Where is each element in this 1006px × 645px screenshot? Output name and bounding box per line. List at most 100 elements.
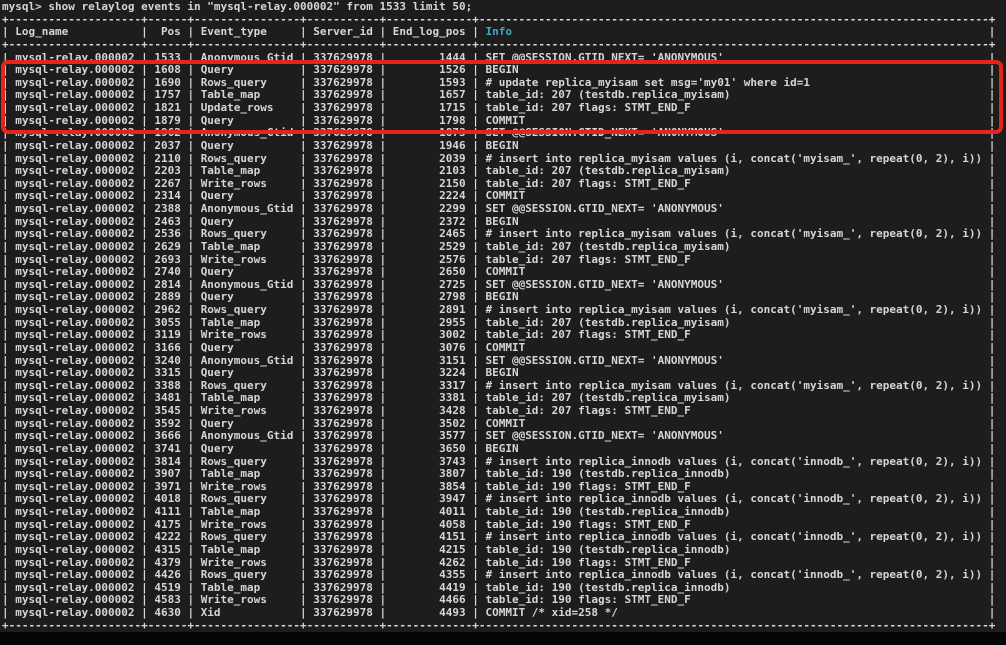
cell-end-log-pos: 3224 xyxy=(393,367,466,380)
cell-end-log-pos: 2650 xyxy=(393,266,466,279)
cell-pos: 1608 xyxy=(154,64,180,77)
table-row: | mysql-relay.000002 | 2388 | Anonymous_… xyxy=(2,203,1006,216)
table-row: | mysql-relay.000002 | 3119 | Write_rows… xyxy=(2,329,1006,342)
cell-server-id: 337629978 xyxy=(313,127,373,140)
table-row: | mysql-relay.000002 | 2037 | Query | 33… xyxy=(2,140,1006,153)
cell-event-type: Query xyxy=(201,342,294,355)
cell-pos: 4315 xyxy=(154,544,180,557)
table-row: | mysql-relay.000002 | 3545 | Write_rows… xyxy=(2,405,1006,418)
column-header-end-log-pos: End_log_pos xyxy=(393,26,466,39)
cell-pos: 3907 xyxy=(154,468,180,481)
cell-pos: 4630 xyxy=(154,607,180,620)
cell-pos: 4426 xyxy=(154,569,180,582)
table-row: | mysql-relay.000002 | 4111 | Table_map … xyxy=(2,506,1006,519)
table-border-line: +--------------------+------+-----------… xyxy=(2,620,1006,633)
bottom-bar xyxy=(0,632,1006,645)
cell-log-name: mysql-relay.000002 xyxy=(15,443,134,456)
cell-info: COMMIT xyxy=(485,342,982,355)
table-row: | mysql-relay.000002 | 2629 | Table_map … xyxy=(2,241,1006,254)
cell-server-id: 337629978 xyxy=(313,228,373,241)
cell-server-id: 337629978 xyxy=(313,304,373,317)
cell-end-log-pos: 3002 xyxy=(393,329,466,342)
cell-server-id: 337629978 xyxy=(313,506,373,519)
cell-event-type: Query xyxy=(201,367,294,380)
cell-info: table_id: 190 (testdb.replica_innodb) xyxy=(485,468,982,481)
cell-pos: 3545 xyxy=(154,405,180,418)
cell-server-id: 337629978 xyxy=(313,544,373,557)
table-row: | mysql-relay.000002 | 4315 | Table_map … xyxy=(2,544,1006,557)
cell-end-log-pos: 4151 xyxy=(393,531,466,544)
cell-server-id: 337629978 xyxy=(313,102,373,115)
cell-info: COMMIT xyxy=(485,266,982,279)
cell-info: SET @@SESSION.GTID_NEXT= 'ANONYMOUS' xyxy=(485,430,982,443)
cell-server-id: 337629978 xyxy=(313,266,373,279)
table-row: | mysql-relay.000002 | 3666 | Anonymous_… xyxy=(2,430,1006,443)
cell-pos: 1962 xyxy=(154,127,180,140)
cell-pos: 2536 xyxy=(154,228,180,241)
cell-info: table_id: 207 (testdb.replica_myisam) xyxy=(485,241,982,254)
cell-end-log-pos: 3650 xyxy=(393,443,466,456)
cell-log-name: mysql-relay.000002 xyxy=(15,140,134,153)
cell-info: BEGIN xyxy=(485,140,982,153)
cell-info: BEGIN xyxy=(485,443,982,456)
cell-server-id: 337629978 xyxy=(313,443,373,456)
cell-end-log-pos: 2465 xyxy=(393,228,466,241)
table-row: | mysql-relay.000002 | 3741 | Query | 33… xyxy=(2,443,1006,456)
cell-end-log-pos: 3807 xyxy=(393,468,466,481)
cell-info: SET @@SESSION.GTID_NEXT= 'ANONYMOUS' xyxy=(485,127,982,140)
cell-info: BEGIN xyxy=(485,64,982,77)
cell-pos: 2629 xyxy=(154,241,180,254)
cell-server-id: 337629978 xyxy=(313,531,373,544)
cell-log-name: mysql-relay.000002 xyxy=(15,64,134,77)
cell-end-log-pos: 1946 xyxy=(393,140,466,153)
cell-log-name: mysql-relay.000002 xyxy=(15,241,134,254)
cell-info: BEGIN xyxy=(485,367,982,380)
cell-end-log-pos: 1873 xyxy=(393,127,466,140)
cell-pos: 3166 xyxy=(154,342,180,355)
cell-info: SET @@SESSION.GTID_NEXT= 'ANONYMOUS' xyxy=(485,203,982,216)
cell-event-type: Query xyxy=(201,266,294,279)
column-header-event-type: Event_type xyxy=(201,26,294,39)
cell-log-name: mysql-relay.000002 xyxy=(15,329,134,342)
cell-log-name: mysql-relay.000002 xyxy=(15,203,134,216)
cell-info: COMMIT /* xid=258 */ xyxy=(485,607,982,620)
cell-event-type: Table_map xyxy=(201,544,294,557)
cell-server-id: 337629978 xyxy=(313,140,373,153)
cell-event-type: Rows_query xyxy=(201,228,294,241)
terminal-window: mysql> show relaylog events in "mysql-re… xyxy=(0,0,1006,645)
cell-event-type: Anonymous_Gtid xyxy=(201,430,294,443)
cell-event-type: Table_map xyxy=(201,165,294,178)
cell-info: table_id: 207 flags: STMT_END_F xyxy=(485,178,982,191)
cell-info: # insert into replica_innodb values (i, … xyxy=(485,569,982,582)
cell-end-log-pos: 4215 xyxy=(393,544,466,557)
cell-end-log-pos: 1526 xyxy=(393,64,466,77)
cell-log-name: mysql-relay.000002 xyxy=(15,102,134,115)
cell-end-log-pos: 2529 xyxy=(393,241,466,254)
cell-log-name: mysql-relay.000002 xyxy=(15,531,134,544)
table-row: | mysql-relay.000002 | 2962 | Rows_query… xyxy=(2,304,1006,317)
table-row: | mysql-relay.000002 | 2740 | Query | 33… xyxy=(2,266,1006,279)
cell-server-id: 337629978 xyxy=(313,329,373,342)
cell-log-name: mysql-relay.000002 xyxy=(15,468,134,481)
cell-log-name: mysql-relay.000002 xyxy=(15,544,134,557)
cell-end-log-pos: 3428 xyxy=(393,405,466,418)
command-line: mysql> show relaylog events in "mysql-re… xyxy=(2,1,1006,14)
cell-pos: 2203 xyxy=(154,165,180,178)
cell-end-log-pos: 3577 xyxy=(393,430,466,443)
cell-end-log-pos: 3076 xyxy=(393,342,466,355)
cell-end-log-pos: 4493 xyxy=(393,607,466,620)
cell-log-name: mysql-relay.000002 xyxy=(15,304,134,317)
cell-server-id: 337629978 xyxy=(313,367,373,380)
cell-server-id: 337629978 xyxy=(313,64,373,77)
table-row: | mysql-relay.000002 | 3166 | Query | 33… xyxy=(2,342,1006,355)
cell-server-id: 337629978 xyxy=(313,165,373,178)
cell-info: SET @@SESSION.GTID_NEXT= 'ANONYMOUS' xyxy=(485,279,982,292)
cell-server-id: 337629978 xyxy=(313,241,373,254)
cell-log-name: mysql-relay.000002 xyxy=(15,607,134,620)
cell-pos: 2962 xyxy=(154,304,180,317)
cell-info: table_id: 190 (testdb.replica_innodb) xyxy=(485,544,982,557)
cell-info: table_id: 207 flags: STMT_END_F xyxy=(485,405,982,418)
cell-server-id: 337629978 xyxy=(313,405,373,418)
cell-event-type: Table_map xyxy=(201,506,294,519)
cell-info: table_id: 207 flags: STMT_END_F xyxy=(485,254,982,267)
